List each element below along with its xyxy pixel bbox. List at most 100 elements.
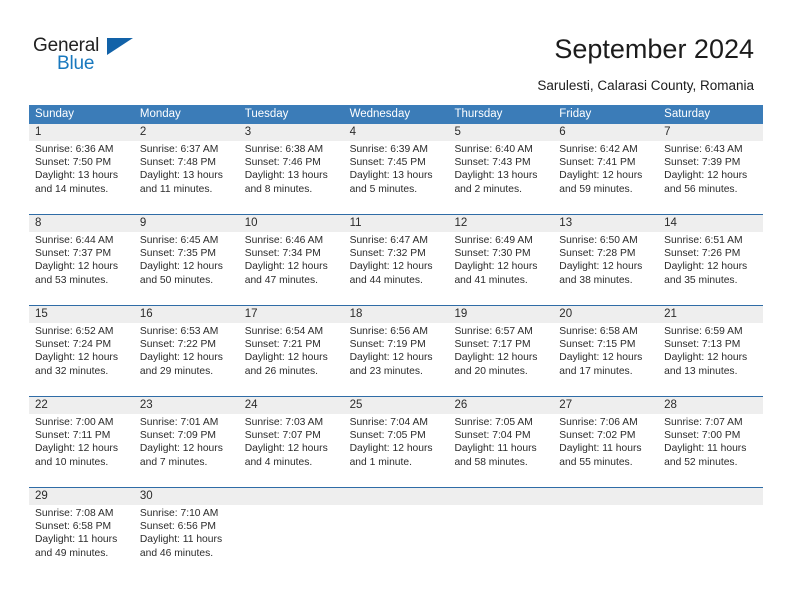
calendar-day-cell[interactable]: 5 Sunrise: 6:40 AM Sunset: 7:43 PM Daylight… xyxy=(448,124,553,214)
daylight-text-line2: and 2 minutes. xyxy=(454,183,522,195)
calendar-day-number: 20 xyxy=(559,308,573,320)
daylight-text-line1: Daylight: 13 hours xyxy=(35,170,118,182)
calendar-day-cell[interactable]: 2 Sunrise: 6:37 AM Sunset: 7:48 PM Daylight… xyxy=(134,124,239,214)
daylight-text-line1: Daylight: 12 hours xyxy=(35,443,118,455)
calendar-day-cell[interactable]: 7 Sunrise: 6:43 AM Sunset: 7:39 PM Daylight… xyxy=(658,124,763,214)
calendar-day-number: 6 xyxy=(559,126,566,138)
calendar-day-cell[interactable]: 13 Sunrise: 6:50 AM Sunset: 7:28 PM Dayligh… xyxy=(553,215,658,305)
calendar-day-cell[interactable]: 1 Sunrise: 6:36 AM Sunset: 7:50 PM Daylight… xyxy=(29,124,134,214)
weekday-header-row: Sunday Monday Tuesday Wednesday Thursday… xyxy=(29,105,763,124)
daylight-text-line2: and 8 minutes. xyxy=(244,183,313,195)
sunset-text: Sunset: 7:21 PM xyxy=(244,339,321,351)
sunrise-text: Sunrise: 6:53 AM xyxy=(139,326,219,337)
calendar-day-number: 24 xyxy=(244,399,258,411)
calendar-page: General Blue September 2024 Sarulesti, C… xyxy=(0,0,792,612)
calendar-day-details: Sunrise: 7:03 AM Sunset: 7:07 PM Daylight:… xyxy=(245,416,339,469)
calendar-day-cell-empty xyxy=(553,488,658,578)
calendar-day-cell[interactable]: 12 Sunrise: 6:49 AM Sunset: 7:30 PM Dayligh… xyxy=(448,215,553,305)
calendar-day-cell[interactable]: 16 Sunrise: 6:53 AM Sunset: 7:22 PM Dayligh… xyxy=(134,306,239,396)
daylight-text-line1: Daylight: 12 hours xyxy=(35,261,118,273)
calendar-day-cell[interactable]: 28 Sunrise: 7:07 AM Sunset: 7:00 PM Dayligh… xyxy=(658,397,763,487)
daylight-text-line1: Daylight: 12 hours xyxy=(559,170,643,182)
daylight-text-line1: Daylight: 11 hours xyxy=(35,534,118,546)
sunset-text: Sunset: 7:24 PM xyxy=(35,339,112,351)
sunrise-text: Sunrise: 7:04 AM xyxy=(349,417,428,428)
sunset-text: Sunset: 7:43 PM xyxy=(454,157,531,169)
calendar-day-cell[interactable]: 30 Sunrise: 7:10 AM Sunset: 6:56 PM Dayligh… xyxy=(134,488,239,578)
calendar-day-cell[interactable]: 4 Sunrise: 6:39 AM Sunset: 7:45 PM Daylight… xyxy=(344,124,449,214)
calendar-day-details: Sunrise: 6:37 AM Sunset: 7:48 PM Daylight:… xyxy=(140,143,234,196)
daylight-text-line1: Daylight: 13 hours xyxy=(454,170,538,182)
calendar-day-cell[interactable]: 17 Sunrise: 6:54 AM Sunset: 7:21 PM Dayligh… xyxy=(239,306,344,396)
calendar-day-number: 12 xyxy=(454,217,468,229)
calendar-week-row: 22 Sunrise: 7:00 AM Sunset: 7:11 PM Dayligh… xyxy=(29,396,763,487)
calendar-day-cell[interactable]: 14 Sunrise: 6:51 AM Sunset: 7:26 PM Dayligh… xyxy=(658,215,763,305)
calendar-day-cell[interactable]: 6 Sunrise: 6:42 AM Sunset: 7:41 PM Daylight… xyxy=(553,124,658,214)
sunrise-text: Sunrise: 6:42 AM xyxy=(559,144,638,155)
daylight-text-line1: Daylight: 12 hours xyxy=(349,261,433,273)
calendar-weeks: 1 Sunrise: 6:36 AM Sunset: 7:50 PM Daylight… xyxy=(29,124,763,578)
calendar-day-cell[interactable]: 8 Sunrise: 6:44 AM Sunset: 7:37 PM Daylight… xyxy=(29,215,134,305)
calendar-day-cell[interactable]: 24 Sunrise: 7:03 AM Sunset: 7:07 PM Dayligh… xyxy=(239,397,344,487)
sunrise-text: Sunrise: 7:08 AM xyxy=(35,508,114,519)
calendar-day-cell[interactable]: 26 Sunrise: 7:05 AM Sunset: 7:04 PM Dayligh… xyxy=(448,397,553,487)
calendar-day-details: Sunrise: 6:49 AM Sunset: 7:30 PM Daylight:… xyxy=(454,234,548,287)
daylight-text-line1: Daylight: 12 hours xyxy=(454,261,538,273)
daylight-text-line2: and 44 minutes. xyxy=(349,274,423,286)
page-title: September 2024 xyxy=(554,34,754,64)
calendar-day-cell[interactable]: 23 Sunrise: 7:01 AM Sunset: 7:09 PM Dayligh… xyxy=(134,397,239,487)
weekday-header-friday: Friday xyxy=(559,108,592,120)
calendar-day-cell[interactable]: 9 Sunrise: 6:45 AM Sunset: 7:35 PM Daylight… xyxy=(134,215,239,305)
daylight-text-line2: and 59 minutes. xyxy=(559,183,633,195)
calendar-day-number: 11 xyxy=(349,217,362,229)
calendar-day-details: Sunrise: 6:52 AM Sunset: 7:24 PM Daylight:… xyxy=(35,325,129,378)
calendar-day-cell[interactable]: 10 Sunrise: 6:46 AM Sunset: 7:34 PM Dayligh… xyxy=(239,215,344,305)
calendar-day-details: Sunrise: 7:10 AM Sunset: 6:56 PM Daylight:… xyxy=(140,507,234,560)
calendar-day-cell[interactable]: 27 Sunrise: 7:06 AM Sunset: 7:02 PM Dayligh… xyxy=(553,397,658,487)
calendar-day-number: 4 xyxy=(349,126,356,138)
daylight-text-line1: Daylight: 12 hours xyxy=(349,352,433,364)
page-header: General Blue September 2024 Sarulesti, C… xyxy=(0,0,792,100)
daylight-text-line2: and 53 minutes. xyxy=(35,274,109,286)
daylight-text-line1: Daylight: 11 hours xyxy=(454,443,537,455)
calendar-day-details: Sunrise: 6:44 AM Sunset: 7:37 PM Daylight:… xyxy=(35,234,129,287)
weekday-header-monday: Monday xyxy=(139,108,181,120)
weekday-header-tuesday: Tuesday xyxy=(244,108,289,120)
calendar-day-cell[interactable]: 20 Sunrise: 6:58 AM Sunset: 7:15 PM Dayligh… xyxy=(553,306,658,396)
calendar-day-cell[interactable]: 15 Sunrise: 6:52 AM Sunset: 7:24 PM Dayligh… xyxy=(29,306,134,396)
sunset-text: Sunset: 7:32 PM xyxy=(349,248,426,260)
calendar-day-number: 22 xyxy=(35,399,48,411)
sunset-text: Sunset: 7:02 PM xyxy=(559,430,636,442)
calendar-day-cell[interactable]: 21 Sunrise: 6:59 AM Sunset: 7:13 PM Dayligh… xyxy=(658,306,763,396)
daylight-text-line1: Daylight: 12 hours xyxy=(244,352,328,364)
calendar-day-cell[interactable]: 11 Sunrise: 6:47 AM Sunset: 7:32 PM Dayligh… xyxy=(344,215,449,305)
daylight-text-line2: and 26 minutes. xyxy=(244,365,318,377)
calendar-day-details: Sunrise: 6:42 AM Sunset: 7:41 PM Daylight:… xyxy=(559,143,653,196)
sunrise-text: Sunrise: 7:01 AM xyxy=(139,417,219,428)
sunrise-text: Sunrise: 7:03 AM xyxy=(244,417,324,428)
sunset-text: Sunset: 7:30 PM xyxy=(454,248,531,260)
sunrise-text: Sunrise: 7:00 AM xyxy=(35,417,114,428)
sunrise-text: Sunrise: 7:07 AM xyxy=(664,417,743,428)
calendar-day-cell[interactable]: 19 Sunrise: 6:57 AM Sunset: 7:17 PM Dayligh… xyxy=(448,306,553,396)
daylight-text-line1: Daylight: 11 hours xyxy=(664,443,747,455)
calendar-day-cell[interactable]: 18 Sunrise: 6:56 AM Sunset: 7:19 PM Dayligh… xyxy=(344,306,449,396)
calendar-day-number: 5 xyxy=(454,126,461,138)
calendar-table: Sunday Monday Tuesday Wednesday Thursday… xyxy=(29,105,763,578)
calendar-day-number: 29 xyxy=(35,490,48,502)
calendar-day-cell[interactable]: 25 Sunrise: 7:04 AM Sunset: 7:05 PM Dayligh… xyxy=(344,397,449,487)
sunset-text: Sunset: 7:50 PM xyxy=(35,157,112,169)
daylight-text-line1: Daylight: 12 hours xyxy=(664,352,748,364)
calendar-week-row: 8 Sunrise: 6:44 AM Sunset: 7:37 PM Daylight… xyxy=(29,214,763,305)
brand-logo[interactable]: General Blue xyxy=(33,36,153,80)
calendar-day-cell[interactable]: 3 Sunrise: 6:38 AM Sunset: 7:46 PM Daylight… xyxy=(239,124,344,214)
calendar-day-cell[interactable]: 22 Sunrise: 7:00 AM Sunset: 7:11 PM Dayligh… xyxy=(29,397,134,487)
daylight-text-line1: Daylight: 12 hours xyxy=(139,443,223,455)
calendar-day-number: 2 xyxy=(139,126,147,138)
calendar-day-cell[interactable]: 29 Sunrise: 7:08 AM Sunset: 6:58 PM Dayligh… xyxy=(29,488,134,578)
calendar-day-number: 7 xyxy=(664,126,671,138)
calendar-day-number: 13 xyxy=(559,217,573,229)
calendar-day-details: Sunrise: 6:46 AM Sunset: 7:34 PM Daylight:… xyxy=(245,234,339,287)
calendar-day-details: Sunrise: 7:05 AM Sunset: 7:04 PM Daylight:… xyxy=(454,416,548,469)
sunrise-text: Sunrise: 6:57 AM xyxy=(454,326,533,337)
